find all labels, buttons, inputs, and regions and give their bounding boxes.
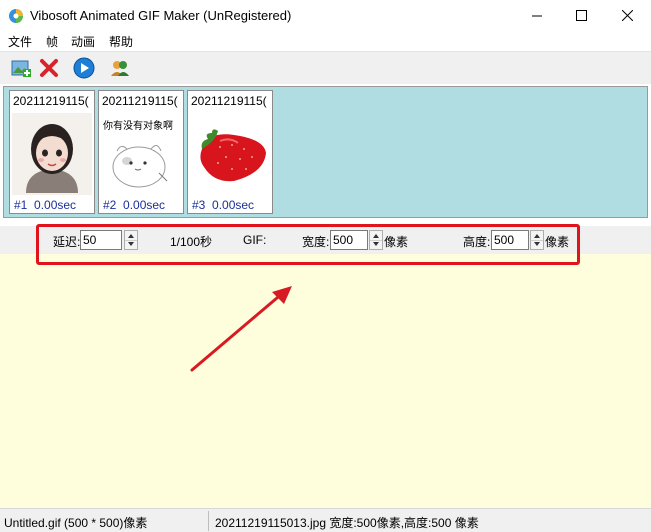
close-button[interactable] [604, 0, 650, 31]
add-frames-icon [11, 60, 31, 77]
users-icon [111, 61, 129, 76]
frame-thumbnail-girl [12, 113, 92, 195]
frame-delay: 0.00sec [212, 198, 255, 212]
window-title: Vibosoft Animated GIF Maker (UnRegistere… [30, 8, 292, 23]
frame-index-delay: #1 0.00sec [14, 198, 76, 212]
play-icon [73, 57, 95, 79]
delete-icon [40, 59, 58, 77]
menu-frame[interactable]: 帧 [46, 33, 58, 50]
status-bar: Untitled.gif (500 * 500)像素 2021121911501… [0, 508, 651, 532]
minimize-icon [531, 15, 542, 17]
status-file-info: Untitled.gif (500 * 500)像素 [4, 516, 148, 530]
preview-canvas[interactable] [0, 254, 651, 508]
frame-index-delay: #2 0.00sec [103, 198, 165, 212]
frame-index-delay: #3 0.00sec [192, 198, 254, 212]
menu-animation[interactable]: 动画 [71, 33, 95, 50]
frame-name: 20211219115( [102, 94, 178, 108]
frame-name: 20211219115( [191, 94, 267, 108]
toolbar [0, 51, 651, 84]
users-button[interactable] [108, 56, 132, 80]
frame-thumbnail-strawberry [190, 113, 270, 195]
frame-index: #1 [14, 198, 28, 212]
frame-name: 20211219115( [13, 94, 89, 108]
frame-delay: 0.00sec [34, 198, 77, 212]
status-frame-info: 20211219115013.jpg 宽度:500像素,高度:500 像素 [215, 516, 479, 530]
title-bar: Vibosoft Animated GIF Maker (UnRegistere… [0, 0, 651, 31]
minimize-button[interactable] [514, 0, 560, 31]
annotation-arrow-icon [190, 286, 292, 372]
frame-delay: 0.00sec [123, 198, 166, 212]
menu-help[interactable]: 帮助 [109, 33, 133, 50]
hamster-icon [112, 145, 168, 188]
status-divider [208, 511, 209, 531]
frame-index: #3 [192, 198, 206, 212]
frame-card-2[interactable]: 20211219115( 你有没有对象啊 #2 0.00sec [98, 90, 184, 214]
menu-bar: 文件 帧 动画 帮助 [0, 31, 651, 51]
delete-button[interactable] [37, 56, 61, 80]
frame-index: #2 [103, 198, 117, 212]
close-icon [621, 10, 633, 21]
thumb-caption: 你有没有对象啊 [103, 121, 173, 132]
app-icon [9, 9, 23, 23]
highlight-annotation [36, 224, 580, 265]
frames-panel: 20211219115( #1 0.00sec 20211219115( 你有没… [3, 86, 648, 218]
frame-card-3[interactable]: 20211219115( #3 0.00sec [187, 90, 273, 214]
play-button[interactable] [72, 56, 96, 80]
add-frames-button[interactable] [9, 56, 33, 80]
maximize-icon [575, 10, 587, 21]
frame-thumbnail-hamster: 你有没有对象啊 [101, 113, 181, 195]
menu-file[interactable]: 文件 [8, 33, 32, 50]
maximize-button[interactable] [558, 0, 604, 31]
frame-card-1[interactable]: 20211219115( #1 0.00sec [9, 90, 95, 214]
